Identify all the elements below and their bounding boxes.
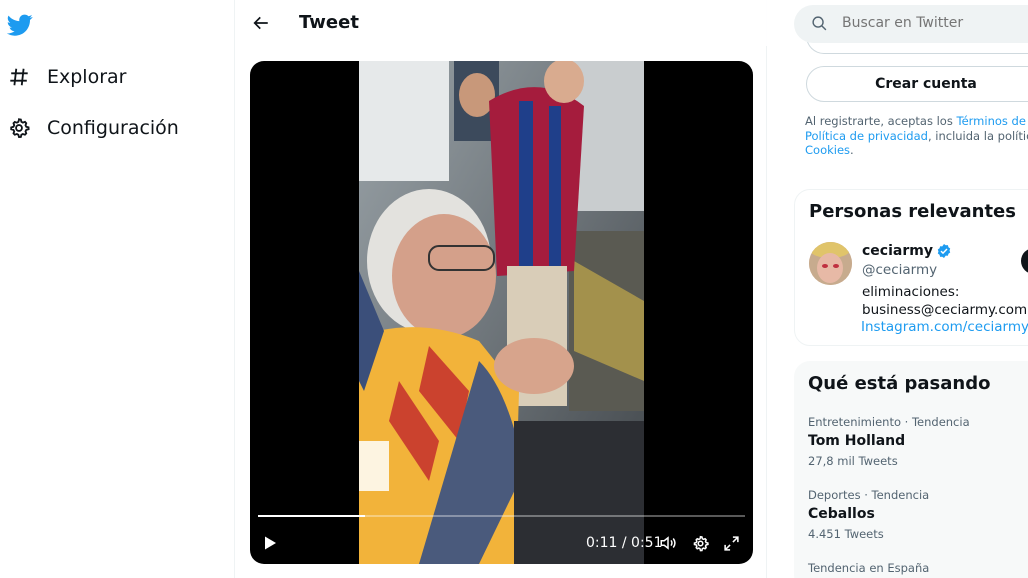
gear-icon	[693, 535, 709, 551]
signup-card: Crear cuenta Al registrarte, aceptas los…	[794, 30, 1028, 174]
nav-item-label: Explorar	[47, 66, 127, 88]
people-card: Personas relevantes ceciarmy @ceciarmy e…	[794, 189, 1028, 346]
right-sidebar: Crear cuenta Al registrarte, aceptas los…	[794, 0, 1028, 578]
terms-link[interactable]: Términos de serv	[957, 114, 1028, 128]
settings-button[interactable]	[688, 531, 712, 555]
trends-title: Qué está pasando	[808, 373, 991, 394]
gear-icon	[6, 115, 32, 141]
progress-bar[interactable]	[258, 515, 745, 517]
search-input[interactable]	[842, 15, 1028, 31]
trend-item[interactable]: Entretenimiento · Tendencia Tom Holland …	[808, 415, 970, 468]
legal-text: Al registrarte, aceptas los Términos de …	[805, 114, 1028, 158]
main-column: Tweet 0:11 / 0:51	[234, 0, 768, 578]
video-player[interactable]: 0:11 / 0:51	[250, 61, 753, 564]
user-website-link[interactable]: Instagram.com/ceciarmy	[861, 319, 1028, 335]
avatar[interactable]	[809, 242, 852, 285]
trend-item[interactable]: Tendencia en España	[808, 561, 929, 575]
user-name[interactable]: ceciarmy	[862, 243, 952, 259]
left-navigation: Explorar Configuración	[0, 0, 234, 578]
user-handle: @ceciarmy	[862, 262, 938, 278]
time-display: 0:11 / 0:51	[586, 535, 663, 551]
page-title: Tweet	[299, 12, 359, 33]
video-frame	[359, 61, 644, 564]
trends-card: Qué está pasando Entretenimiento · Tende…	[794, 361, 1028, 578]
twitter-logo-icon[interactable]	[6, 12, 33, 38]
search-icon	[811, 15, 828, 37]
play-icon	[265, 536, 276, 550]
cookies-link[interactable]: Cookies	[805, 143, 850, 157]
play-button[interactable]	[258, 531, 282, 555]
volume-icon	[660, 536, 676, 550]
volume-button[interactable]	[656, 531, 680, 555]
nav-item-explorar[interactable]: Explorar	[6, 57, 126, 97]
nav-item-configuracion[interactable]: Configuración	[6, 108, 179, 148]
verified-badge-icon	[937, 244, 951, 258]
arrow-left-icon	[253, 16, 268, 30]
back-button[interactable]	[247, 9, 275, 37]
page-header: Tweet	[235, 0, 768, 46]
follow-button[interactable]	[1021, 248, 1028, 274]
create-account-button[interactable]: Crear cuenta	[806, 66, 1028, 102]
search-bar[interactable]	[794, 5, 1028, 43]
hashtag-icon	[6, 64, 32, 90]
trend-item[interactable]: Deportes · Tendencia Ceballos 4.451 Twee…	[808, 488, 929, 541]
expand-icon	[723, 535, 739, 551]
people-title: Personas relevantes	[809, 201, 1016, 222]
user-bio: eliminaciones: business@ceciarmy.com síg	[862, 284, 1028, 318]
fullscreen-button[interactable]	[719, 531, 743, 555]
nav-item-label: Configuración	[47, 117, 179, 139]
progress-fill	[258, 515, 366, 517]
privacy-link[interactable]: Política de privacidad	[805, 129, 928, 143]
